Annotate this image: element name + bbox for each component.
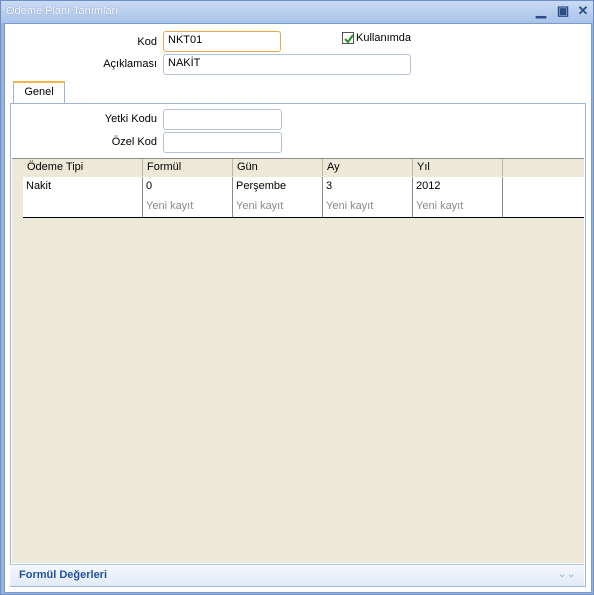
kod-label: Kod: [137, 36, 157, 48]
col-odeme-tipi[interactable]: Ödeme Tipi: [23, 159, 143, 176]
kullanimda-checkbox[interactable]: [342, 32, 354, 44]
double-chevron-down-icon[interactable]: ⌄⌄: [558, 567, 576, 580]
new-cell-ay[interactable]: Yeni kayıt: [323, 197, 413, 217]
cell-odeme-tipi[interactable]: Nakit: [23, 177, 143, 197]
close-icon[interactable]: ✕: [576, 4, 590, 18]
tab-page-genel: Yetki Kodu Özel Kod Ödeme Tipi Formül Gü…: [10, 103, 586, 587]
table-row[interactable]: Nakit 0 Perşembe 3 2012: [23, 177, 584, 198]
new-cell-yil[interactable]: Yeni kayıt: [413, 197, 503, 217]
cell-formul[interactable]: 0: [143, 177, 233, 197]
grid-header: Ödeme Tipi Formül Gün Ay Yıl: [12, 159, 584, 176]
maximize-icon[interactable]: ▣: [556, 4, 570, 18]
aciklama-input[interactable]: NAKİT: [163, 54, 411, 75]
new-cell-gun[interactable]: Yeni kayıt: [233, 197, 323, 217]
window: Ödeme Planı Tanımları ▁ ▣ ✕ Kod NKT01 Ku…: [0, 0, 594, 595]
yetki-kodu-input[interactable]: [163, 109, 282, 130]
cell-ay[interactable]: 3: [323, 177, 413, 197]
payment-grid: Ödeme Tipi Formül Gün Ay Yıl Nakit 0 Per…: [12, 158, 584, 563]
col-formul[interactable]: Formül: [143, 159, 233, 176]
check-icon: [344, 34, 354, 44]
formul-degerleri-label: Formül Değerleri: [19, 569, 108, 581]
ozel-kod-label: Özel Kod: [111, 136, 157, 148]
new-cell-odeme-tipi[interactable]: [23, 197, 143, 217]
form-panel: Kod NKT01 Kullanımda Açıklaması NAKİT Ge…: [4, 23, 592, 593]
kod-input[interactable]: NKT01: [163, 31, 281, 52]
col-ay[interactable]: Ay: [323, 159, 413, 176]
cell-gun[interactable]: Perşembe: [233, 177, 323, 197]
kullanimda-label: Kullanımda: [356, 32, 412, 44]
new-cell-formul[interactable]: Yeni kayıt: [143, 197, 233, 217]
window-title: Ödeme Planı Tanımları: [6, 5, 119, 17]
aciklama-label: Açıklaması: [103, 58, 157, 70]
tab-genel[interactable]: Genel: [13, 81, 65, 103]
cell-yil[interactable]: 2012: [413, 177, 503, 197]
col-yil[interactable]: Yıl: [413, 159, 503, 176]
ozel-kod-input[interactable]: [163, 132, 282, 153]
col-gun[interactable]: Gün: [233, 159, 323, 176]
new-record-row[interactable]: Yeni kayıt Yeni kayıt Yeni kayıt Yeni ka…: [23, 197, 584, 218]
minimize-icon[interactable]: ▁: [534, 4, 548, 18]
yetki-kodu-label: Yetki Kodu: [104, 113, 157, 125]
tab-strip: Genel: [5, 81, 591, 103]
formul-degerleri-panel[interactable]: Formül Değerleri ⌄⌄: [10, 564, 584, 586]
title-bar: Ödeme Planı Tanımları ▁ ▣ ✕: [1, 1, 593, 23]
